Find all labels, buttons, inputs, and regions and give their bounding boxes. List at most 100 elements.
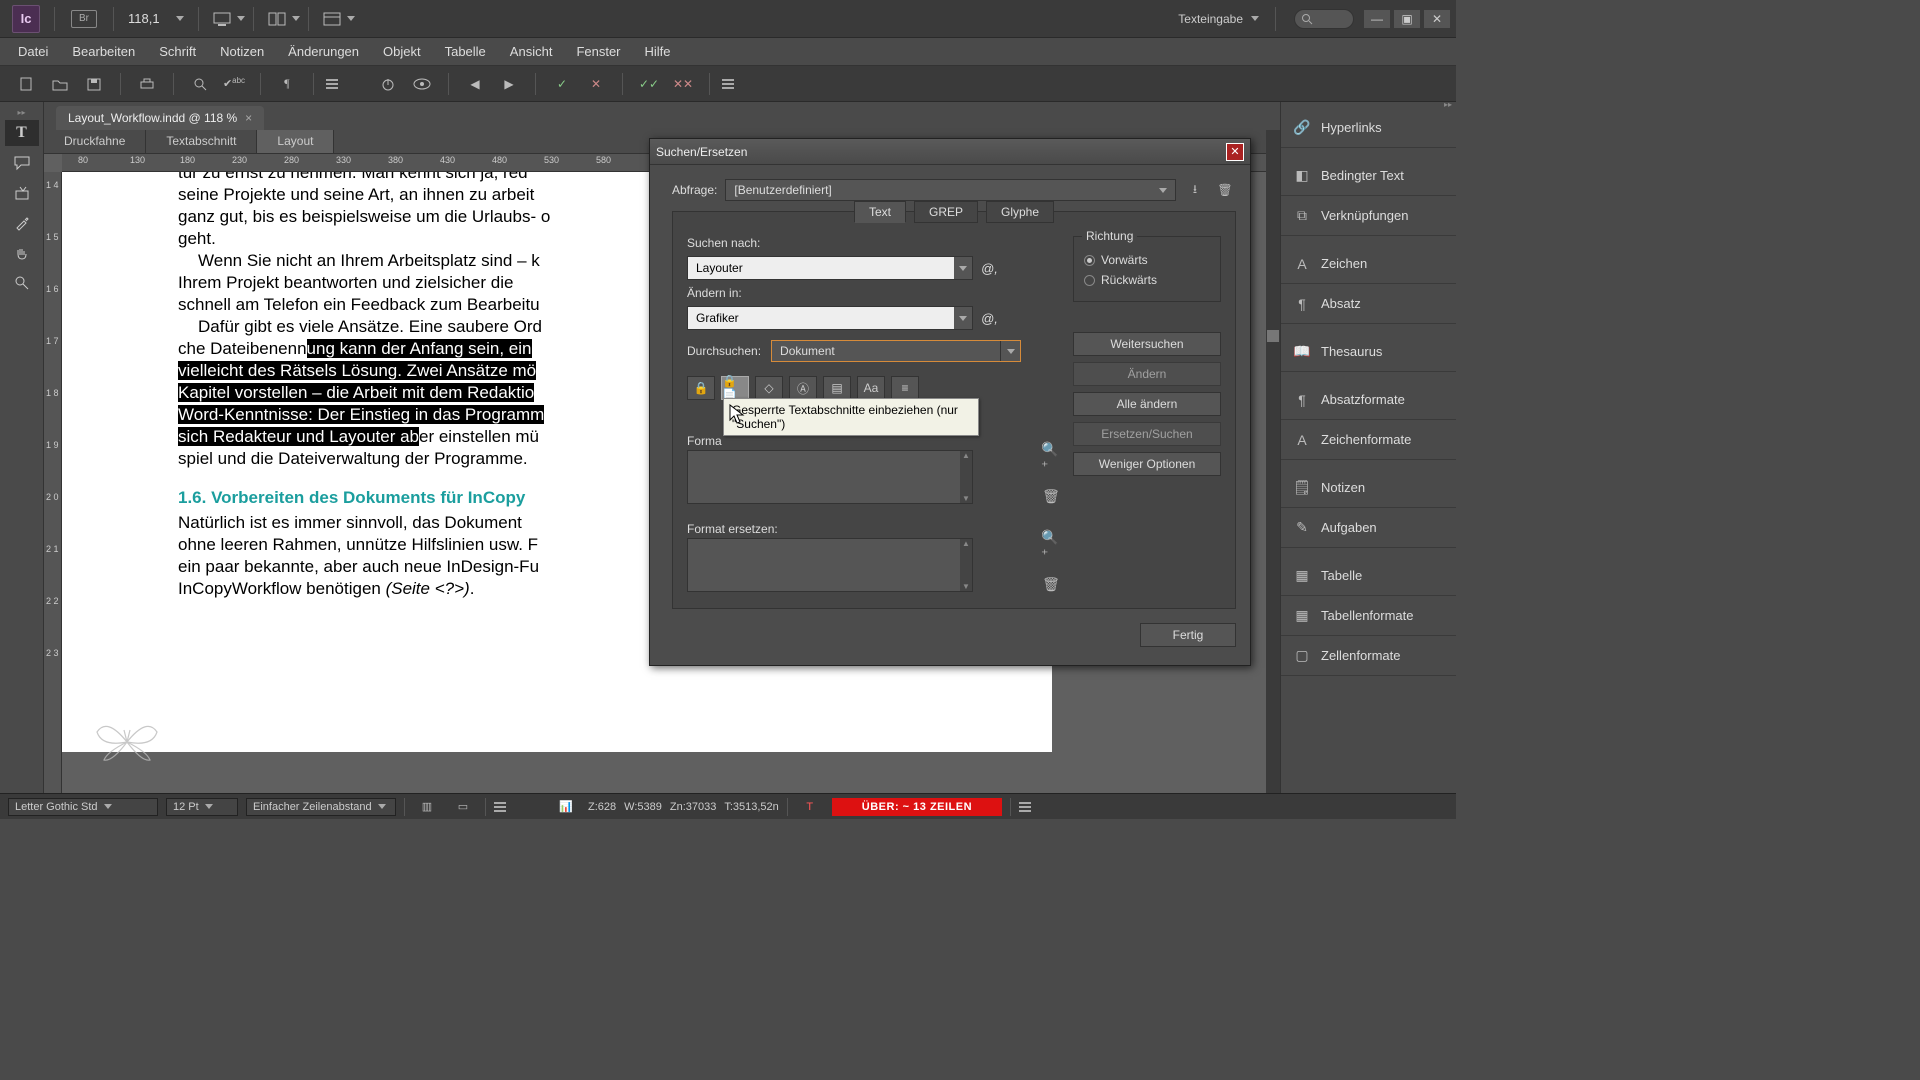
accept-icon[interactable]: ✓ <box>548 72 576 96</box>
menu-ansicht[interactable]: Ansicht <box>498 39 565 64</box>
scope-select[interactable]: Dokument <box>771 340 1021 362</box>
next-icon[interactable]: ▶ <box>495 72 523 96</box>
radio-backward[interactable]: Rückwärts <box>1084 273 1210 287</box>
type-tool[interactable]: T <box>5 120 39 146</box>
special-char-icon[interactable]: @, <box>981 261 998 276</box>
document-tab[interactable]: Layout_Workflow.indd @ 118 % × <box>56 106 264 130</box>
find-format-box[interactable]: ▲▼ <box>687 450 973 504</box>
tab-grep[interactable]: GREP <box>914 201 978 223</box>
eye-icon[interactable] <box>408 72 436 96</box>
overset-icon[interactable]: T <box>796 795 824 819</box>
view-tab-galley[interactable]: Druckfahne <box>44 130 146 153</box>
chevron-down-icon[interactable] <box>237 16 245 21</box>
chevron-down-icon[interactable] <box>1000 341 1020 361</box>
pilcrow-icon[interactable]: ¶ <box>273 72 301 96</box>
font-size-select[interactable]: 12 Pt <box>166 798 238 816</box>
specify-format-icon[interactable]: 🔍⁺ <box>1041 536 1061 556</box>
menu-objekt[interactable]: Objekt <box>371 39 433 64</box>
find-input[interactable]: Layouter <box>687 256 973 280</box>
find-next-button[interactable]: Weitersuchen <box>1073 332 1221 356</box>
panel-assignments[interactable]: ✎Aufgaben <box>1281 508 1456 548</box>
close-button[interactable]: ✕ <box>1424 10 1450 28</box>
panel-character-styles[interactable]: AZeichenformate <box>1281 420 1456 460</box>
position-tool[interactable] <box>5 180 39 206</box>
workspace-switcher[interactable]: Texteingabe <box>1170 8 1267 30</box>
vertical-scrollbar[interactable] <box>1266 130 1280 793</box>
close-icon[interactable]: ✕ <box>1226 143 1244 161</box>
tab-text[interactable]: Text <box>854 201 906 223</box>
panel-paragraph[interactable]: ¶Absatz <box>1281 284 1456 324</box>
open-icon[interactable] <box>46 72 74 96</box>
zoom-tool[interactable] <box>5 270 39 296</box>
reject-icon[interactable]: ✕ <box>582 72 610 96</box>
power-icon[interactable] <box>374 72 402 96</box>
leading-select[interactable]: Einfacher Zeilenabstand <box>246 798 396 816</box>
panel-character[interactable]: AZeichen <box>1281 244 1456 284</box>
spellcheck-icon[interactable]: ✔abc <box>220 72 248 96</box>
stats-icon[interactable]: 📊 <box>552 795 580 819</box>
clear-format-icon[interactable]: 🗑 <box>1041 486 1061 506</box>
panel-cell-styles[interactable]: ▢Zellenformate <box>1281 636 1456 676</box>
view-tab-layout[interactable]: Layout <box>257 130 334 153</box>
collapse-toggle[interactable]: ▸▸ <box>0 108 43 116</box>
clear-format-icon[interactable]: 🗑 <box>1041 574 1061 594</box>
save-query-icon[interactable]: ⭳ <box>1184 179 1206 201</box>
panel-table-styles[interactable]: ▦Tabellenformate <box>1281 596 1456 636</box>
master-pages-icon[interactable]: Ⓐ <box>789 376 817 400</box>
locked-stories-icon[interactable]: 🔒📄 <box>721 376 749 400</box>
delete-query-icon[interactable]: 🗑 <box>1214 179 1236 201</box>
flyout-icon[interactable] <box>1019 802 1031 812</box>
menu-hilfe[interactable]: Hilfe <box>633 39 683 64</box>
eyedropper-tool[interactable] <box>5 210 39 236</box>
menu-notizen[interactable]: Notizen <box>208 39 276 64</box>
tab-glyph[interactable]: Glyphe <box>986 201 1054 223</box>
flyout-icon[interactable] <box>494 802 506 812</box>
find-icon[interactable] <box>186 72 214 96</box>
close-icon[interactable]: × <box>245 111 252 125</box>
new-icon[interactable] <box>12 72 40 96</box>
help-search-input[interactable] <box>1294 9 1354 29</box>
prev-icon[interactable]: ◀ <box>461 72 489 96</box>
hand-tool[interactable] <box>5 240 39 266</box>
panel-thesaurus[interactable]: 📖Thesaurus <box>1281 332 1456 372</box>
flyout-icon[interactable] <box>326 79 338 89</box>
menu-tabelle[interactable]: Tabelle <box>433 39 498 64</box>
font-family-select[interactable]: Letter Gothic Std <box>8 798 158 816</box>
chevron-down-icon[interactable] <box>954 257 972 279</box>
save-icon[interactable] <box>80 72 108 96</box>
screen-mode-icon[interactable] <box>207 5 237 33</box>
dialog-titlebar[interactable]: Suchen/Ersetzen ✕ <box>650 139 1250 165</box>
menu-datei[interactable]: Datei <box>6 39 60 64</box>
reject-all-icon[interactable]: ✕✕ <box>669 72 697 96</box>
view-tab-story[interactable]: Textabschnitt <box>146 130 257 153</box>
accept-all-icon[interactable]: ✓✓ <box>635 72 663 96</box>
done-button[interactable]: Fertig <box>1140 623 1236 647</box>
chevron-down-icon[interactable] <box>347 16 355 21</box>
view-options-icon[interactable] <box>317 5 347 33</box>
chevron-down-icon[interactable] <box>292 16 300 21</box>
zoom-control[interactable]: 118,1 <box>122 8 190 29</box>
change-find-button[interactable]: Ersetzen/Suchen <box>1073 422 1221 446</box>
whole-word-icon[interactable]: ≡ <box>891 376 919 400</box>
panel-hyperlinks[interactable]: 🔗Hyperlinks <box>1281 108 1456 148</box>
panel-notes[interactable]: 🗒Notizen <box>1281 468 1456 508</box>
frame-icon[interactable]: ▭ <box>449 795 477 819</box>
footnotes-icon[interactable]: ▤ <box>823 376 851 400</box>
panel-links[interactable]: ⧉Verknüpfungen <box>1281 196 1456 236</box>
columns-icon[interactable]: ▥ <box>413 795 441 819</box>
restore-button[interactable]: ▣ <box>1394 10 1420 28</box>
zoom-value[interactable]: 118,1 <box>128 11 170 26</box>
change-all-button[interactable]: Alle ändern <box>1073 392 1221 416</box>
panel-conditional-text[interactable]: ◧Bedingter Text <box>1281 156 1456 196</box>
note-tool[interactable] <box>5 150 39 176</box>
change-button[interactable]: Ändern <box>1073 362 1221 386</box>
radio-forward[interactable]: Vorwärts <box>1084 253 1210 267</box>
collapse-toggle[interactable]: ▸▸ <box>1444 100 1452 109</box>
menu-schrift[interactable]: Schrift <box>147 39 208 64</box>
arrange-icon[interactable] <box>262 5 292 33</box>
menu-bearbeiten[interactable]: Bearbeiten <box>60 39 147 64</box>
menu-fenster[interactable]: Fenster <box>564 39 632 64</box>
bridge-badge[interactable]: Br <box>71 10 97 28</box>
locked-layers-icon[interactable]: 🔒 <box>687 376 715 400</box>
specify-format-icon[interactable]: 🔍⁺ <box>1041 448 1061 468</box>
